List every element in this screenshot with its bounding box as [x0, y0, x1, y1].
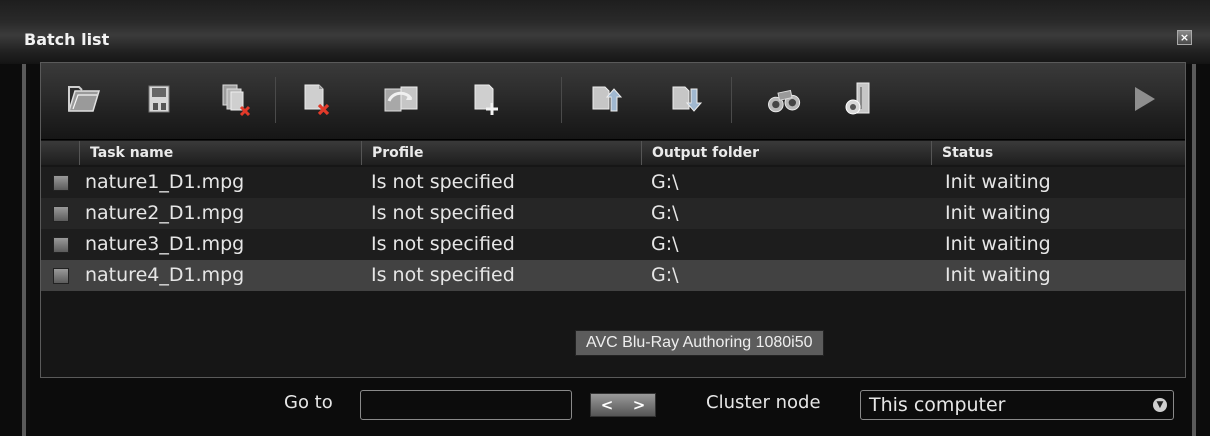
- binoculars-icon: [768, 89, 801, 113]
- profile-cell: Is not specified: [371, 264, 515, 286]
- play-icon: [1135, 87, 1155, 111]
- table-row[interactable]: nature3_D1.mpg Is not specified G:\ Init…: [41, 229, 1185, 260]
- add-task-button[interactable]: [463, 77, 507, 121]
- cluster-node-label: Cluster node: [706, 392, 821, 413]
- row-checkbox[interactable]: [53, 206, 69, 222]
- batch-panel: Task name Profile Output folder Status n…: [40, 62, 1186, 378]
- row-checkbox[interactable]: [53, 268, 69, 284]
- toolbar-separator: [561, 77, 562, 123]
- binoculars-button[interactable]: [763, 77, 807, 121]
- toolbar-separator: [275, 77, 276, 123]
- settings-button[interactable]: [837, 77, 881, 121]
- profile-cell: Is not specified: [371, 171, 515, 193]
- row-checkbox[interactable]: [53, 175, 69, 191]
- grid-header: Task name Profile Output folder Status: [41, 141, 1185, 165]
- batch-list-window: Batch list × Task name Profile Output fo…: [0, 0, 1210, 436]
- column-header-profile[interactable]: Profile: [361, 141, 641, 165]
- save-icon: [148, 85, 170, 113]
- save-button[interactable]: [137, 77, 181, 121]
- next-button[interactable]: >: [623, 394, 655, 416]
- profile-cell: Is not specified: [371, 233, 515, 255]
- start-button[interactable]: [1121, 77, 1165, 121]
- right-frame-rail: [1192, 64, 1196, 436]
- column-header-output-folder[interactable]: Output folder: [641, 141, 931, 165]
- profile-tooltip: AVC Blu-Ray Authoring 1080i50: [575, 330, 824, 356]
- prev-button[interactable]: <: [591, 394, 623, 416]
- column-header-task-name[interactable]: Task name: [79, 141, 361, 165]
- move-down-icon: [672, 86, 703, 112]
- open-folder-button[interactable]: [63, 77, 107, 121]
- chevron-down-icon[interactable]: ▼: [1153, 398, 1167, 412]
- toolbar-separator: [731, 77, 732, 123]
- title-bar: Batch list ×: [0, 0, 1210, 64]
- add-task-icon: [474, 84, 498, 115]
- move-down-button[interactable]: [663, 77, 707, 121]
- task-name-cell: nature3_D1.mpg: [85, 233, 245, 255]
- convert-icon: [384, 86, 418, 112]
- delete-task-icon: [304, 84, 330, 116]
- status-cell: Init waiting: [945, 264, 1051, 286]
- cluster-node-value: This computer: [869, 394, 1006, 416]
- task-list: nature1_D1.mpg Is not specified G:\ Init…: [41, 167, 1185, 291]
- profile-cell: Is not specified: [371, 202, 515, 224]
- task-name-cell: nature1_D1.mpg: [85, 171, 245, 193]
- table-row[interactable]: nature1_D1.mpg Is not specified G:\ Init…: [41, 167, 1185, 198]
- output-folder-cell: G:\: [651, 171, 679, 193]
- bottom-bar: Go to < > Cluster node This computer ▼: [26, 380, 1192, 436]
- column-header-status[interactable]: Status: [931, 141, 1185, 165]
- cluster-node-select[interactable]: This computer ▼: [860, 390, 1174, 420]
- remove-all-button[interactable]: [213, 77, 257, 121]
- output-folder-cell: G:\: [651, 233, 679, 255]
- window-title: Batch list: [24, 30, 110, 49]
- goto-label: Go to: [284, 392, 333, 413]
- status-cell: Init waiting: [945, 202, 1051, 224]
- delete-task-button[interactable]: [293, 77, 337, 121]
- status-cell: Init waiting: [945, 233, 1051, 255]
- goto-input[interactable]: [360, 390, 572, 420]
- convert-button[interactable]: [379, 77, 423, 121]
- move-up-button[interactable]: [583, 77, 627, 121]
- task-name-cell: nature4_D1.mpg: [85, 264, 245, 286]
- open-folder-icon: [67, 86, 101, 112]
- remove-all-icon: [222, 84, 251, 117]
- close-button[interactable]: ×: [1177, 30, 1192, 45]
- task-name-cell: nature2_D1.mpg: [85, 202, 245, 224]
- settings-icon: [845, 82, 870, 115]
- output-folder-cell: G:\: [651, 264, 679, 286]
- status-cell: Init waiting: [945, 171, 1051, 193]
- move-up-icon: [592, 86, 623, 112]
- table-row[interactable]: nature2_D1.mpg Is not specified G:\ Init…: [41, 198, 1185, 229]
- row-checkbox[interactable]: [53, 237, 69, 253]
- output-folder-cell: G:\: [651, 202, 679, 224]
- nav-buttons: < >: [590, 393, 656, 417]
- table-row-selected[interactable]: nature4_D1.mpg Is not specified G:\ Init…: [41, 260, 1185, 291]
- toolbar: [41, 63, 1185, 140]
